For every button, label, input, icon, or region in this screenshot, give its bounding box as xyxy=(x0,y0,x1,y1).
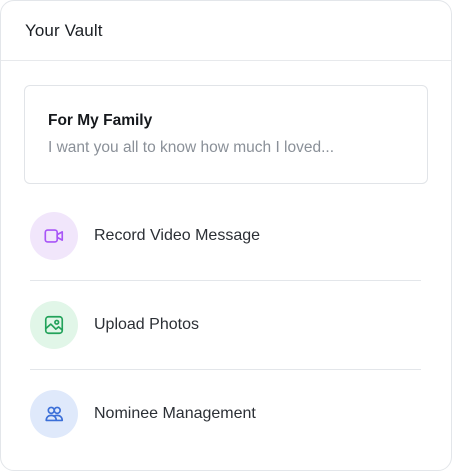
note-preview: I want you all to know how much I loved.… xyxy=(48,139,335,156)
record-video-message-button[interactable]: Record Video Message xyxy=(24,192,428,280)
vault-card: Your Vault For My Family I want you all … xyxy=(0,0,452,471)
users-icon xyxy=(30,390,78,438)
nominee-management-button[interactable]: Nominee Management xyxy=(24,370,428,458)
image-icon xyxy=(30,301,78,349)
note-title: For My Family xyxy=(48,112,153,129)
upload-photos-label: Upload Photos xyxy=(94,316,199,333)
upload-photos-button[interactable]: Upload Photos xyxy=(24,281,428,369)
nominee-management-label: Nominee Management xyxy=(94,405,256,422)
video-camera-icon xyxy=(30,212,78,260)
card-title: Your Vault xyxy=(25,20,103,40)
card-header: Your Vault xyxy=(1,1,451,61)
message-note-card[interactable]: For My Family I want you all to know how… xyxy=(24,85,428,184)
record-video-message-label: Record Video Message xyxy=(94,227,261,244)
card-body: For My Family I want you all to know how… xyxy=(1,61,451,458)
vault-actions: Record Video Message Upload Photos Nomin… xyxy=(24,192,428,458)
